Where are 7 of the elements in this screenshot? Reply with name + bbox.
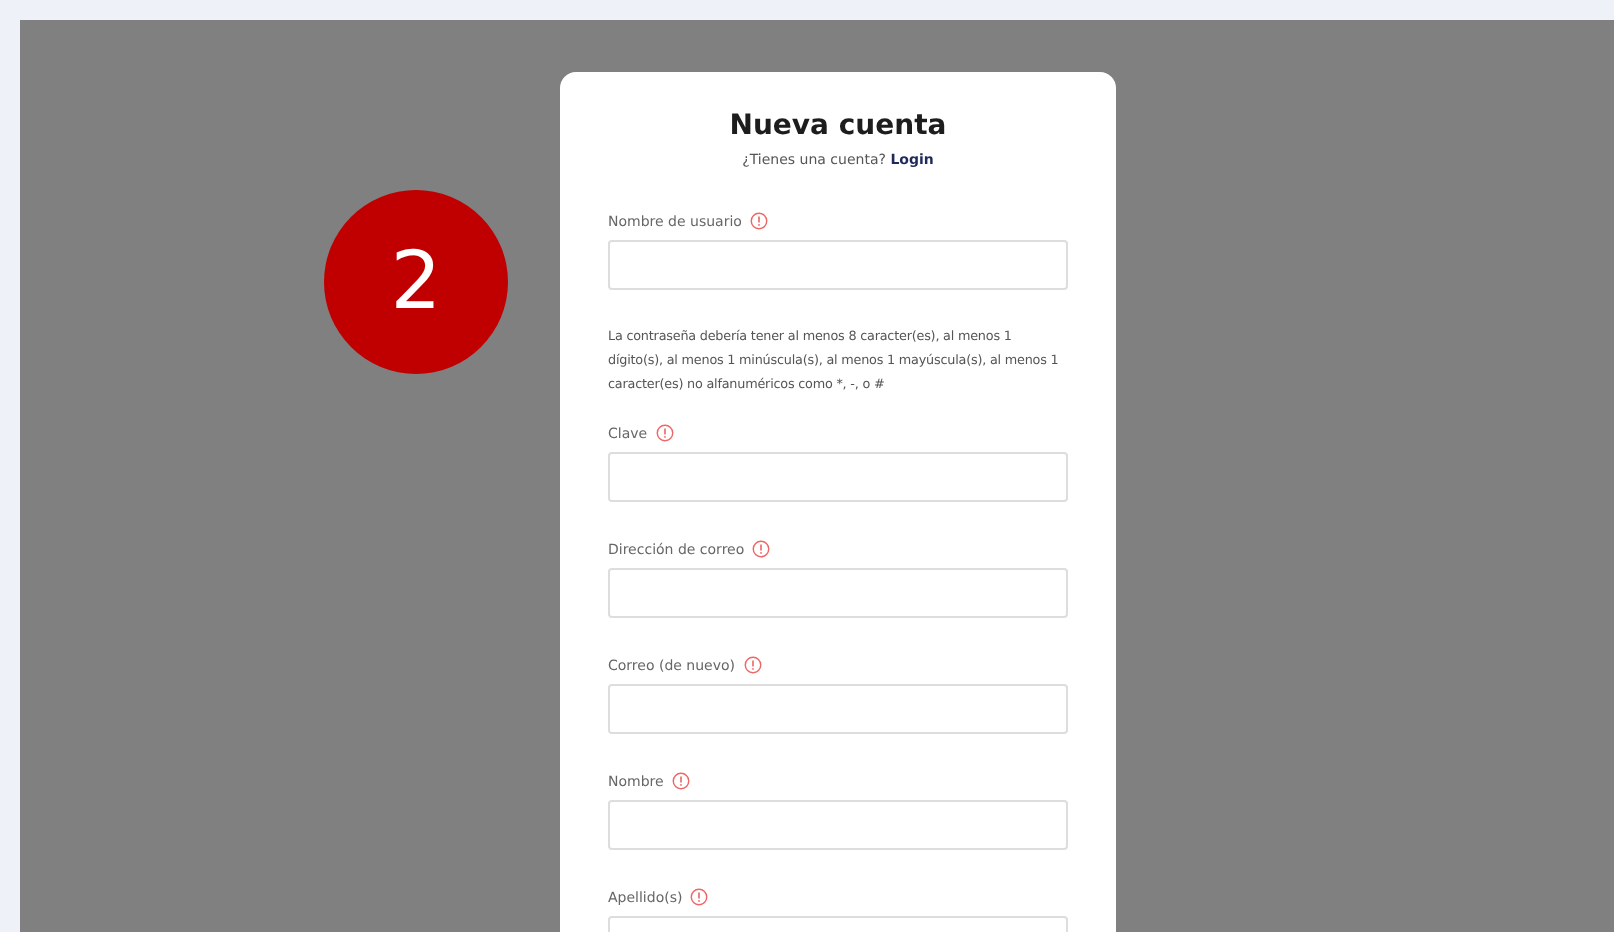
- input-field[interactable]: [608, 240, 1068, 290]
- input-field[interactable]: [608, 684, 1068, 734]
- input-field[interactable]: [608, 800, 1068, 850]
- input-field[interactable]: [608, 452, 1068, 502]
- form-title: Nueva cuenta: [727, 110, 949, 142]
- input-field[interactable]: [608, 568, 1068, 618]
- step-badge: 2: [324, 190, 508, 374]
